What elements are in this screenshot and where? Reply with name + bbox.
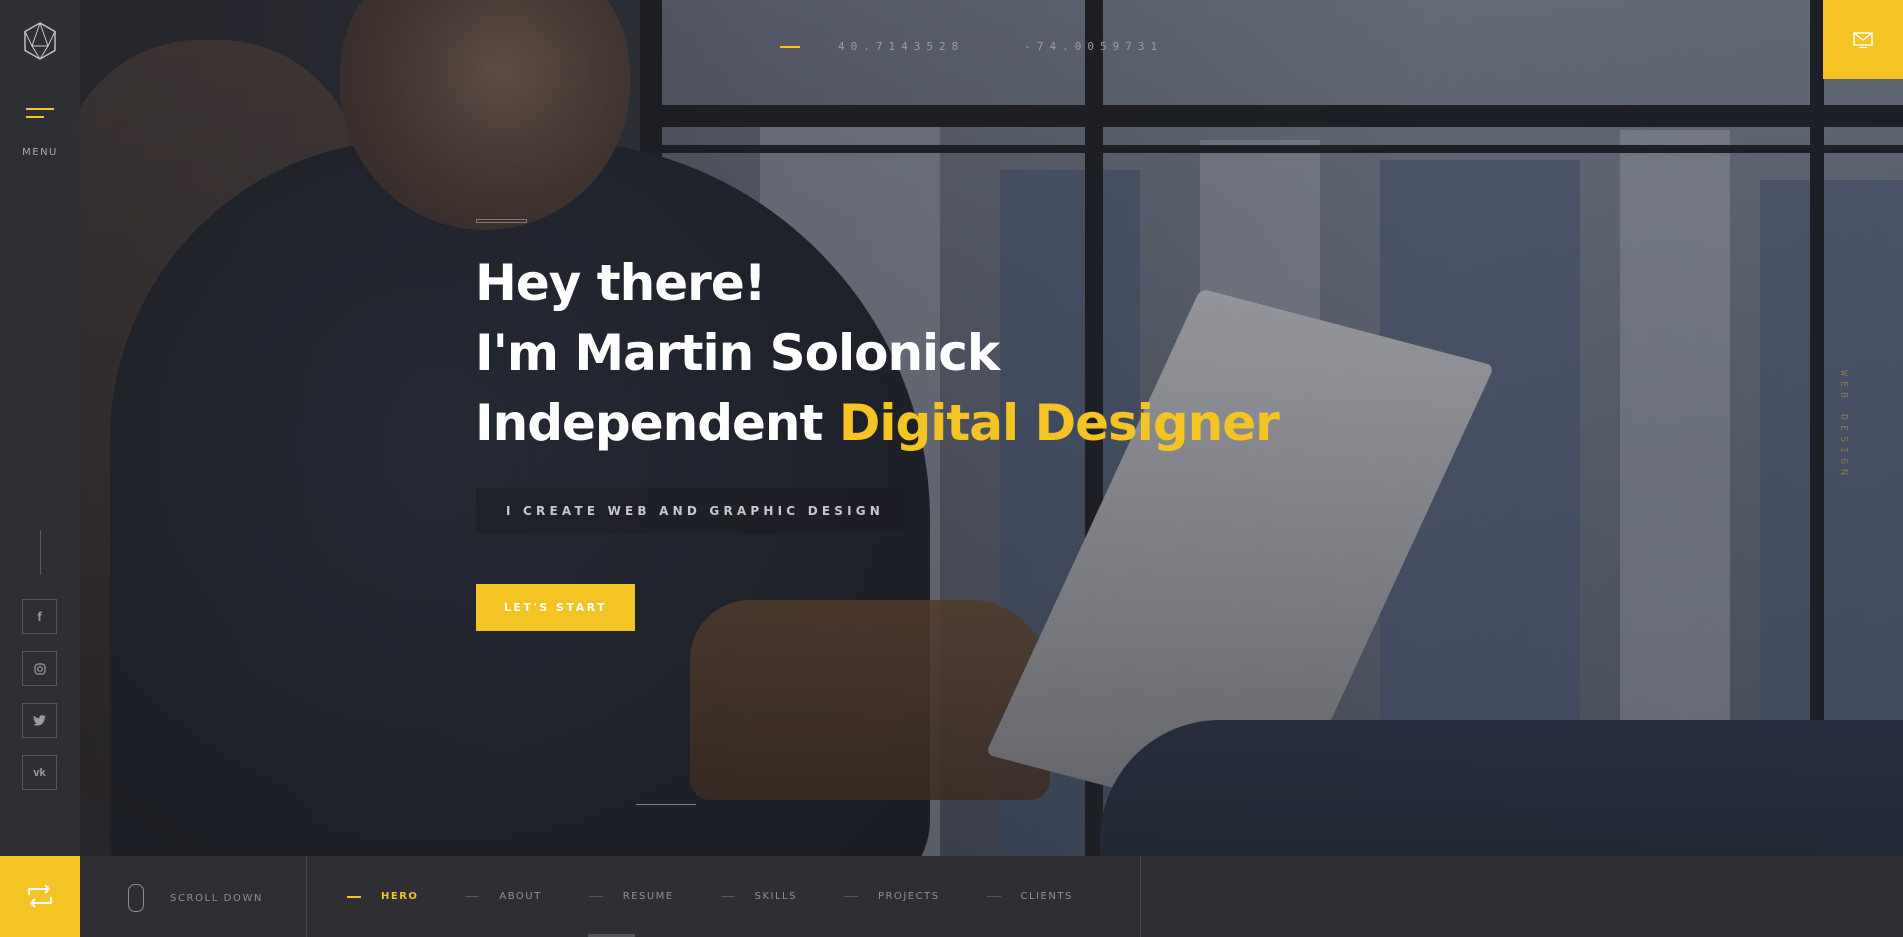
retweet-icon: [28, 884, 52, 908]
nav-item-projects[interactable]: PROJECTS: [843, 891, 940, 902]
menu-toggle[interactable]: [26, 108, 54, 120]
contact-button[interactable]: [1823, 0, 1903, 79]
nav-item-resume[interactable]: RESUME: [588, 891, 674, 902]
side-vertical-text: WEB DESIGN: [1838, 370, 1849, 481]
longitude: -74.0059731: [1024, 40, 1164, 53]
headline-decor-line: [476, 219, 527, 223]
sidebar-divider: [40, 530, 41, 575]
nav-item-about[interactable]: ABOUT: [465, 891, 541, 902]
instagram-link[interactable]: [22, 651, 57, 686]
hamburger-icon: [26, 108, 54, 110]
section-nav: HERO ABOUT RESUME SKILLS PROJECTS CLIENT…: [347, 856, 1120, 937]
instagram-icon: [33, 662, 46, 675]
vk-link[interactable]: vk: [22, 755, 57, 790]
headline-line-1: Hey there!: [475, 254, 767, 312]
headline-line-2: I'm Martin Solonick: [475, 324, 1000, 382]
coords-dash: [780, 45, 800, 48]
latitude: 40.7143528: [838, 40, 965, 53]
nav-item-hero[interactable]: HERO: [347, 891, 418, 902]
share-button[interactable]: [0, 856, 80, 937]
twitter-link[interactable]: [22, 703, 57, 738]
twitter-icon: [33, 715, 46, 726]
headline-plain: Independent: [475, 394, 839, 452]
mouse-icon: [128, 884, 144, 912]
bottom-bar: SCROLL DOWN HERO ABOUT RESUME SKILLS PRO…: [0, 856, 1903, 937]
bottom-bar-divider: [306, 856, 307, 937]
coordinates: 40.7143528 -74.0059731: [780, 40, 1163, 53]
facebook-link[interactable]: f: [22, 599, 57, 634]
nav-item-clients[interactable]: CLIENTS: [986, 891, 1073, 902]
logo-icon[interactable]: [23, 22, 57, 60]
facebook-icon: f: [37, 609, 42, 624]
bottom-bar-divider-right: [1140, 856, 1141, 937]
hero-subtitle: I CREATE WEB AND GRAPHIC DESIGN: [476, 488, 904, 534]
nav-item-skills[interactable]: SKILLS: [720, 891, 797, 902]
vk-icon: vk: [33, 766, 46, 779]
menu-label: MENU: [22, 147, 58, 158]
scroll-down[interactable]: SCROLL DOWN: [128, 884, 263, 912]
hero-headline: Hey there! I'm Martin Solonick Independe…: [475, 248, 1280, 458]
lets-start-button[interactable]: LET'S START: [476, 584, 635, 631]
mail-icon: [1853, 31, 1873, 48]
hero-bottom-decor-line: [636, 804, 696, 805]
headline-accent: Digital Designer: [838, 394, 1280, 452]
headline-line-3: Independent Digital Designer: [475, 388, 1280, 458]
scroll-down-label: SCROLL DOWN: [170, 892, 264, 904]
sidebar: MENU f vk: [0, 0, 80, 856]
